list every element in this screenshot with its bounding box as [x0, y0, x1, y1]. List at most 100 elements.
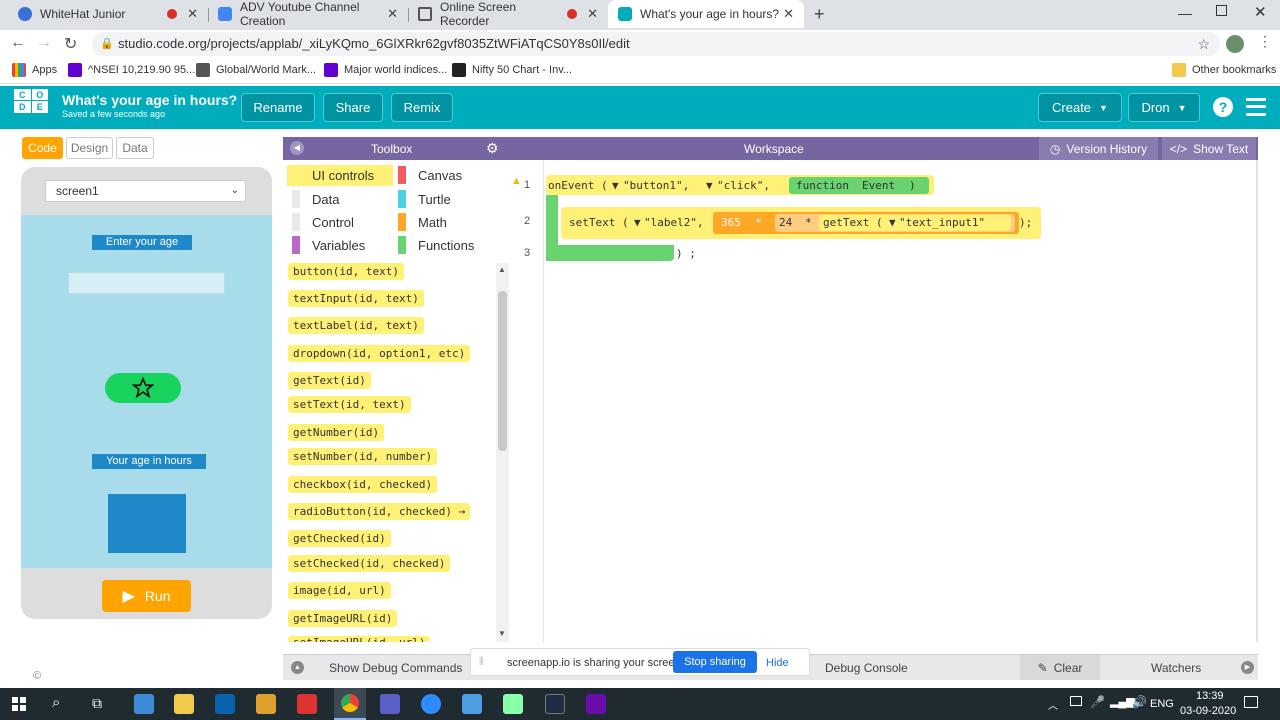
clock-date[interactable]: 03-09-2020 — [1180, 705, 1236, 717]
scroll-up-icon[interactable]: ▲ — [498, 265, 506, 274]
windows-start-icon[interactable] — [12, 697, 26, 711]
gear-icon[interactable]: ⚙ — [486, 140, 499, 157]
browser-tab[interactable]: Online Screen Recorder ✕ — [408, 0, 608, 28]
palette-scrollbar[interactable]: ▲ ▼ — [496, 263, 509, 642]
function-block[interactable]: function Event ) — [789, 177, 929, 194]
browser-tab[interactable]: WhiteHat Junior ✕ — [8, 0, 208, 28]
app-icon[interactable] — [134, 694, 154, 714]
menu-dots-icon[interactable]: ⋮ — [1258, 33, 1272, 50]
minimize-icon[interactable]: — — [1178, 5, 1192, 21]
drag-handle-icon[interactable]: ⦀ — [479, 656, 484, 669]
scrollbar-thumb[interactable] — [498, 291, 507, 451]
star-button[interactable] — [105, 373, 181, 403]
palette-block[interactable]: setChecked(id, checked) — [288, 555, 451, 572]
close-tab-icon[interactable]: ✕ — [783, 6, 794, 22]
stop-sharing-button[interactable]: Stop sharing — [673, 651, 757, 673]
copyright-icon[interactable]: © — [33, 670, 41, 682]
palette-block[interactable]: getNumber(id) — [288, 424, 385, 441]
palette-block[interactable]: setText(id, text) — [288, 396, 411, 413]
url-field[interactable]: 🔒 studio.code.org/projects/applab/_xiLyK… — [92, 32, 1220, 56]
hide-button[interactable]: Hide — [766, 657, 789, 669]
category-variables[interactable]: Variables — [292, 235, 365, 255]
gettext-block[interactable]: getText ( ▼ "text_input1" — [819, 215, 1011, 231]
app-icon[interactable] — [503, 694, 523, 714]
close-tab-icon[interactable]: ✕ — [187, 6, 198, 22]
search-icon[interactable]: ⌕ — [52, 694, 60, 711]
show-debug-commands[interactable]: Show Debug Commands — [329, 661, 462, 675]
star-icon[interactable]: ☆ — [1197, 32, 1210, 56]
expand-up-icon[interactable]: ▲ — [291, 661, 304, 674]
close-window-icon[interactable]: ✕ — [1254, 3, 1267, 21]
screen-select[interactable]: screen1 ⌄ — [45, 180, 246, 202]
reload-icon[interactable]: ↻ — [64, 34, 77, 54]
category-control[interactable]: Control — [292, 212, 354, 232]
palette-block[interactable]: getChecked(id) — [288, 530, 391, 547]
store-icon[interactable] — [297, 694, 317, 714]
category-ui-controls[interactable]: UI controls — [292, 165, 374, 185]
mail-icon[interactable] — [215, 694, 235, 714]
math-block[interactable]: 365 * 24 * getText ( ▼ "text_input1" — [713, 212, 1019, 234]
warning-icon[interactable]: ▲ — [511, 175, 522, 187]
tray-chevron-icon[interactable]: ︿ — [1048, 697, 1058, 712]
clear-button[interactable]: ✎ Clear — [1020, 655, 1100, 680]
palette-block[interactable]: textLabel(id, text) — [288, 317, 424, 334]
bookmark-item[interactable]: ^NSEI 10,219.90 95... — [68, 63, 195, 77]
collapse-right-icon[interactable]: ▶ — [1241, 661, 1254, 674]
file-explorer-icon[interactable] — [174, 694, 194, 714]
chrome-taskbar-button[interactable] — [334, 688, 366, 720]
create-menu-button[interactable]: Create ▼ — [1038, 93, 1122, 122]
palette-block[interactable]: setImageURL(id, url) — [288, 636, 431, 642]
clock-time[interactable]: 13:39 — [1196, 690, 1224, 702]
maximize-icon[interactable] — [1216, 5, 1227, 16]
palette-block[interactable]: image(id, url) — [288, 582, 391, 599]
category-math[interactable]: Math — [398, 212, 447, 232]
browser-tab-active[interactable]: What's your age in hours? - App ✕ — [608, 0, 804, 28]
app-icon[interactable] — [256, 694, 276, 714]
palette-block[interactable]: getText(id) — [288, 372, 371, 389]
design-mode-button[interactable]: Design — [66, 137, 113, 159]
close-tab-icon[interactable]: ✕ — [587, 6, 598, 22]
avatar[interactable] — [1226, 35, 1244, 53]
collapse-left-icon[interactable]: ◀ — [290, 141, 304, 155]
network-icon[interactable]: ▂▄▆ — [1110, 695, 1135, 708]
code-org-logo[interactable]: CO DE — [14, 89, 48, 125]
run-button[interactable]: ▶ Run — [102, 580, 191, 612]
zoom-icon[interactable] — [421, 694, 441, 714]
close-tab-icon[interactable]: ✕ — [387, 6, 398, 22]
palette-block[interactable]: radioButton(id, checked) → — [288, 503, 471, 520]
bookmark-item[interactable]: Global/World Mark... — [196, 63, 316, 77]
category-functions[interactable]: Functions — [398, 235, 474, 255]
remix-button[interactable]: Remix — [391, 93, 453, 122]
notifications-icon[interactable] — [1244, 696, 1258, 708]
data-mode-button[interactable]: Data — [116, 137, 154, 159]
bookmark-item[interactable]: Major world indices... — [324, 63, 447, 77]
inner-math-block[interactable]: 24 * getText ( ▼ "text_input1" — [775, 214, 1015, 232]
palette-block[interactable]: checkbox(id, checked) — [288, 476, 438, 493]
hamburger-menu-icon[interactable] — [1246, 98, 1266, 116]
category-canvas[interactable]: Canvas — [398, 165, 462, 185]
back-icon[interactable]: ← — [10, 34, 26, 52]
bookmark-other[interactable]: Other bookmarks — [1172, 63, 1276, 77]
age-input[interactable] — [68, 272, 225, 294]
app-icon[interactable] — [586, 694, 606, 714]
task-view-icon[interactable]: ⧉ — [92, 695, 102, 712]
category-data[interactable]: Data — [292, 189, 339, 209]
teams-icon[interactable] — [380, 694, 400, 714]
bookmark-item[interactable]: Nifty 50 Chart - Inv... — [452, 63, 572, 77]
volume-icon[interactable]: 🔊 — [1132, 695, 1147, 709]
rename-button[interactable]: Rename — [241, 93, 315, 122]
code-mode-button[interactable]: Code — [22, 137, 63, 159]
help-icon[interactable]: ? — [1213, 97, 1233, 117]
palette-block[interactable]: getImageURL(id) — [288, 610, 398, 627]
category-turtle[interactable]: Turtle — [398, 189, 451, 209]
terminal-icon[interactable] — [545, 694, 565, 714]
language-indicator[interactable]: ENG — [1150, 698, 1174, 710]
new-tab-icon[interactable]: + — [814, 4, 825, 25]
forward-icon[interactable]: → — [36, 34, 52, 52]
settext-block[interactable]: setText ( ▼ "label2", 365 * 24 * getText… — [561, 207, 1041, 239]
microphone-icon[interactable]: 🎤 — [1090, 695, 1105, 709]
bookmark-apps[interactable]: Apps — [12, 63, 57, 77]
version-history-button[interactable]: ◷ Version History — [1039, 137, 1158, 160]
palette-block[interactable]: textInput(id, text) — [288, 290, 424, 307]
app-icon[interactable] — [462, 694, 482, 714]
